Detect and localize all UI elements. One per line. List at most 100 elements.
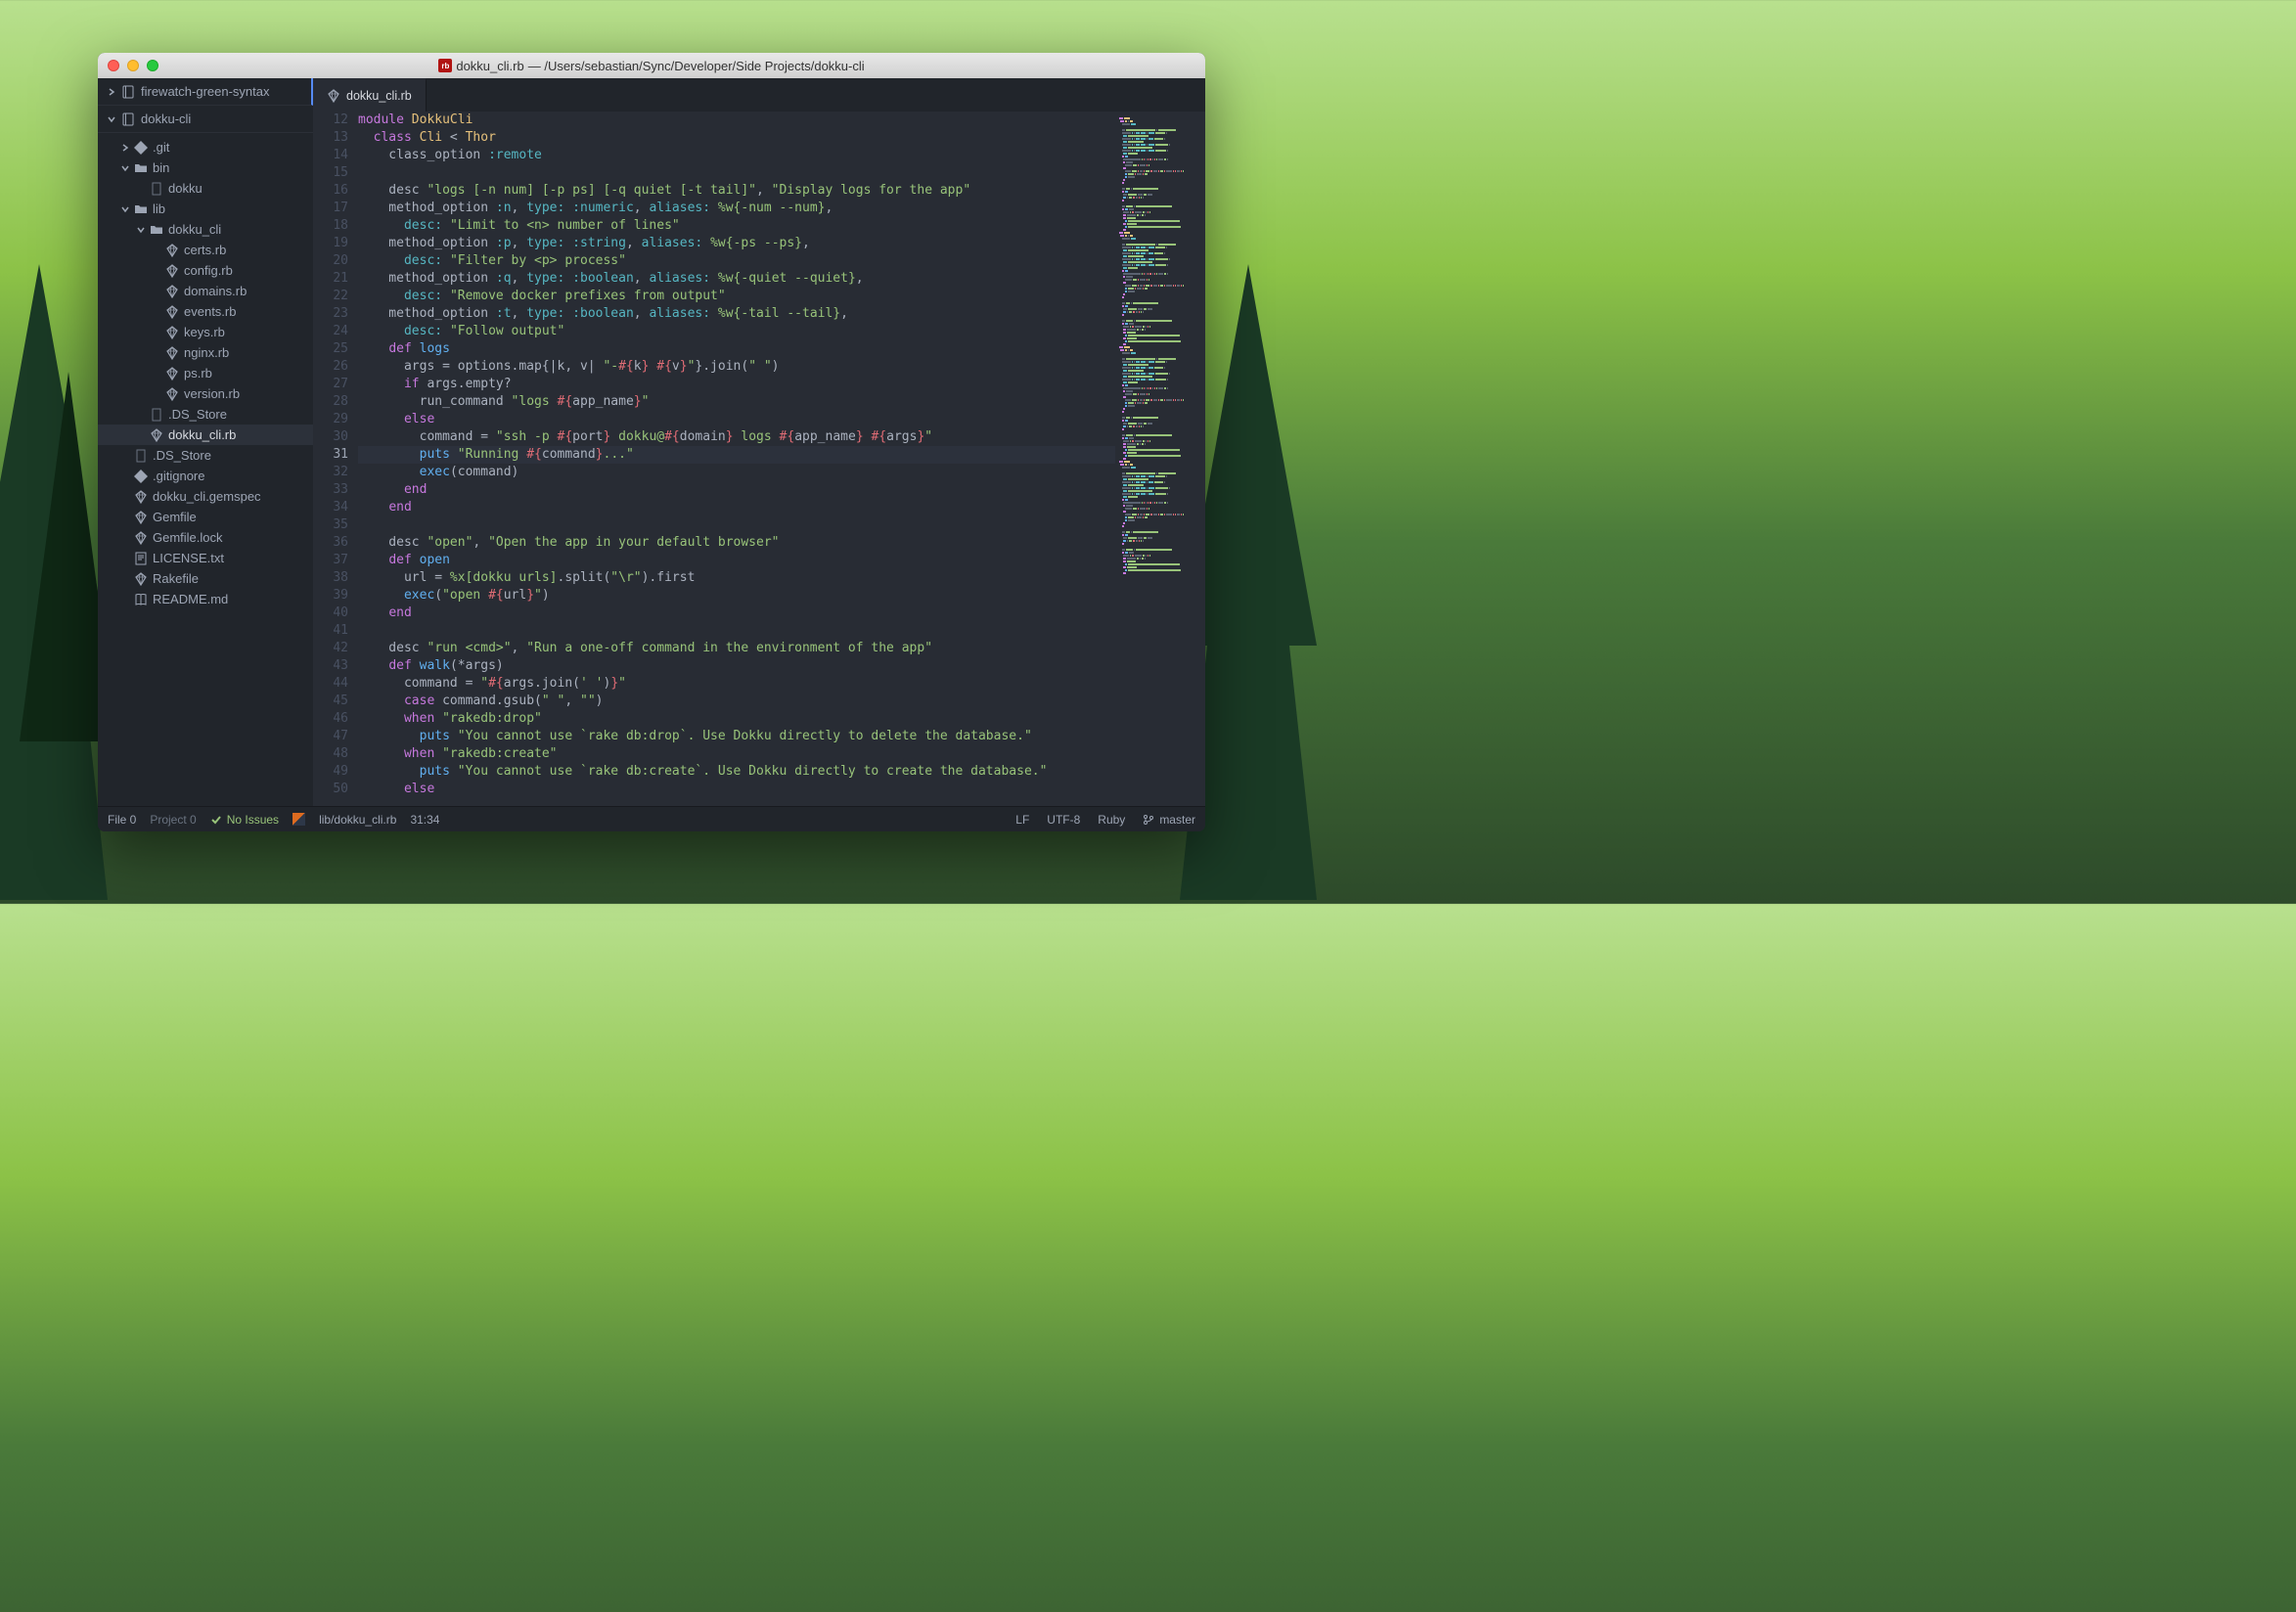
tree-item-label: nginx.rb [184,345,229,360]
tree-item-label: Gemfile.lock [153,530,223,545]
tree-folder[interactable]: dokku_cli [98,219,313,240]
project-name: firewatch-green-syntax [141,84,270,99]
tree-file[interactable]: README.md [98,589,313,609]
tree-item-label: config.rb [184,263,233,278]
file-icon [150,408,163,422]
minimap[interactable] [1115,112,1205,806]
tree-item-label: Gemfile [153,510,197,524]
tree-item-label: dokku_cli.rb [168,427,236,442]
ruby-icon [134,490,148,504]
tree-file[interactable]: dokku_cli.rb [98,425,313,445]
tree-folder[interactable]: bin [98,157,313,178]
tree-folder[interactable]: .git [98,137,313,157]
editor-area: dokku_cli.rb 121314151617181920212223242… [313,78,1205,806]
editor-tab[interactable]: dokku_cli.rb [313,78,427,112]
folder-icon [134,161,148,175]
tree-file[interactable]: Gemfile [98,507,313,527]
sb-issues[interactable]: No Issues [210,813,279,827]
tree-item-label: domains.rb [184,284,247,298]
ruby-icon [165,387,179,401]
tree-item-label: README.md [153,592,228,606]
status-bar: File 0 Project 0 No Issues lib/dokku_cli… [98,806,1205,831]
tree-item-label: .gitignore [153,469,204,483]
book-icon [134,593,148,606]
sb-color-indicator[interactable] [293,813,305,826]
editor-tabs: dokku_cli.rb [313,78,1205,112]
project-root[interactable]: dokku-cli [98,106,313,133]
tab-label: dokku_cli.rb [346,89,412,103]
chevron-icon [121,202,129,216]
text-icon [134,552,148,565]
sb-encoding[interactable]: UTF-8 [1047,813,1080,827]
sb-language[interactable]: Ruby [1098,813,1125,827]
tree-file[interactable]: events.rb [98,301,313,322]
folder-icon [150,223,163,237]
sb-filepath[interactable]: lib/dokku_cli.rb [319,813,396,827]
tree-item-label: dokku_cli [168,222,221,237]
editor-window: rb dokku_cli.rb — /Users/sebastian/Sync/… [98,53,1205,831]
code-content[interactable]: module DokkuCli class Cli < Thor class_o… [358,112,1115,806]
folder-icon [134,202,148,216]
repo-icon [121,112,135,126]
code-editor[interactable]: 1213141516171819202122232425262728293031… [313,112,1205,806]
ruby-icon [134,531,148,545]
tree-item-label: bin [153,160,169,175]
tree-file[interactable]: keys.rb [98,322,313,342]
tree-file[interactable]: dokku [98,178,313,199]
tree-item-label: ps.rb [184,366,212,381]
ruby-icon [327,89,340,103]
ruby-icon [134,511,148,524]
git-icon [134,470,148,483]
project-sidebar[interactable]: firewatch-green-syntax dokku-cli .git bin do… [98,78,313,806]
chevron-icon [108,112,115,126]
tree-file[interactable]: LICENSE.txt [98,548,313,568]
project-name: dokku-cli [141,112,191,126]
file-icon [134,449,148,463]
sb-file-count[interactable]: File 0 [108,813,136,827]
tree-file[interactable]: version.rb [98,383,313,404]
line-number-gutter[interactable]: 1213141516171819202122232425262728293031… [313,112,358,806]
tree-item-label: .DS_Store [153,448,211,463]
git-icon [134,141,148,155]
chevron-icon [108,84,115,99]
tree-file[interactable]: Gemfile.lock [98,527,313,548]
ruby-file-icon: rb [438,59,452,72]
tree-file[interactable]: .gitignore [98,466,313,486]
tree-file[interactable]: .DS_Store [98,445,313,466]
tree-item-label: LICENSE.txt [153,551,224,565]
chevron-icon [137,222,145,237]
tree-file[interactable]: nginx.rb [98,342,313,363]
sb-project-count[interactable]: Project 0 [150,813,196,827]
sb-cursor-position[interactable]: 31:34 [410,813,439,827]
git-branch-icon [1143,814,1154,826]
tree-file[interactable]: Rakefile [98,568,313,589]
tree-file[interactable]: dokku_cli.gemspec [98,486,313,507]
sb-git-branch[interactable]: master [1143,813,1195,827]
sb-line-ending[interactable]: LF [1015,813,1029,827]
tree-item-label: Rakefile [153,571,199,586]
tree-item-label: version.rb [184,386,240,401]
tree-file[interactable]: ps.rb [98,363,313,383]
tree-item-label: .git [153,140,169,155]
tree-file[interactable]: config.rb [98,260,313,281]
tree-folder[interactable]: lib [98,199,313,219]
tree-item-label: lib [153,202,165,216]
ruby-icon [165,326,179,339]
tree-file[interactable]: certs.rb [98,240,313,260]
file-icon [150,182,163,196]
ruby-icon [165,305,179,319]
tree-file[interactable]: domains.rb [98,281,313,301]
chevron-icon [121,160,129,175]
tree-item-label: .DS_Store [168,407,227,422]
tree-item-label: certs.rb [184,243,226,257]
project-root[interactable]: firewatch-green-syntax [98,78,313,106]
ruby-icon [165,264,179,278]
tree-file[interactable]: .DS_Store [98,404,313,425]
tree-item-label: dokku [168,181,203,196]
tree-item-label: keys.rb [184,325,225,339]
ruby-icon [165,346,179,360]
ruby-icon [165,285,179,298]
window-titlebar[interactable]: rb dokku_cli.rb — /Users/sebastian/Sync/… [98,53,1205,78]
repo-icon [121,85,135,99]
tree-item-label: dokku_cli.gemspec [153,489,261,504]
